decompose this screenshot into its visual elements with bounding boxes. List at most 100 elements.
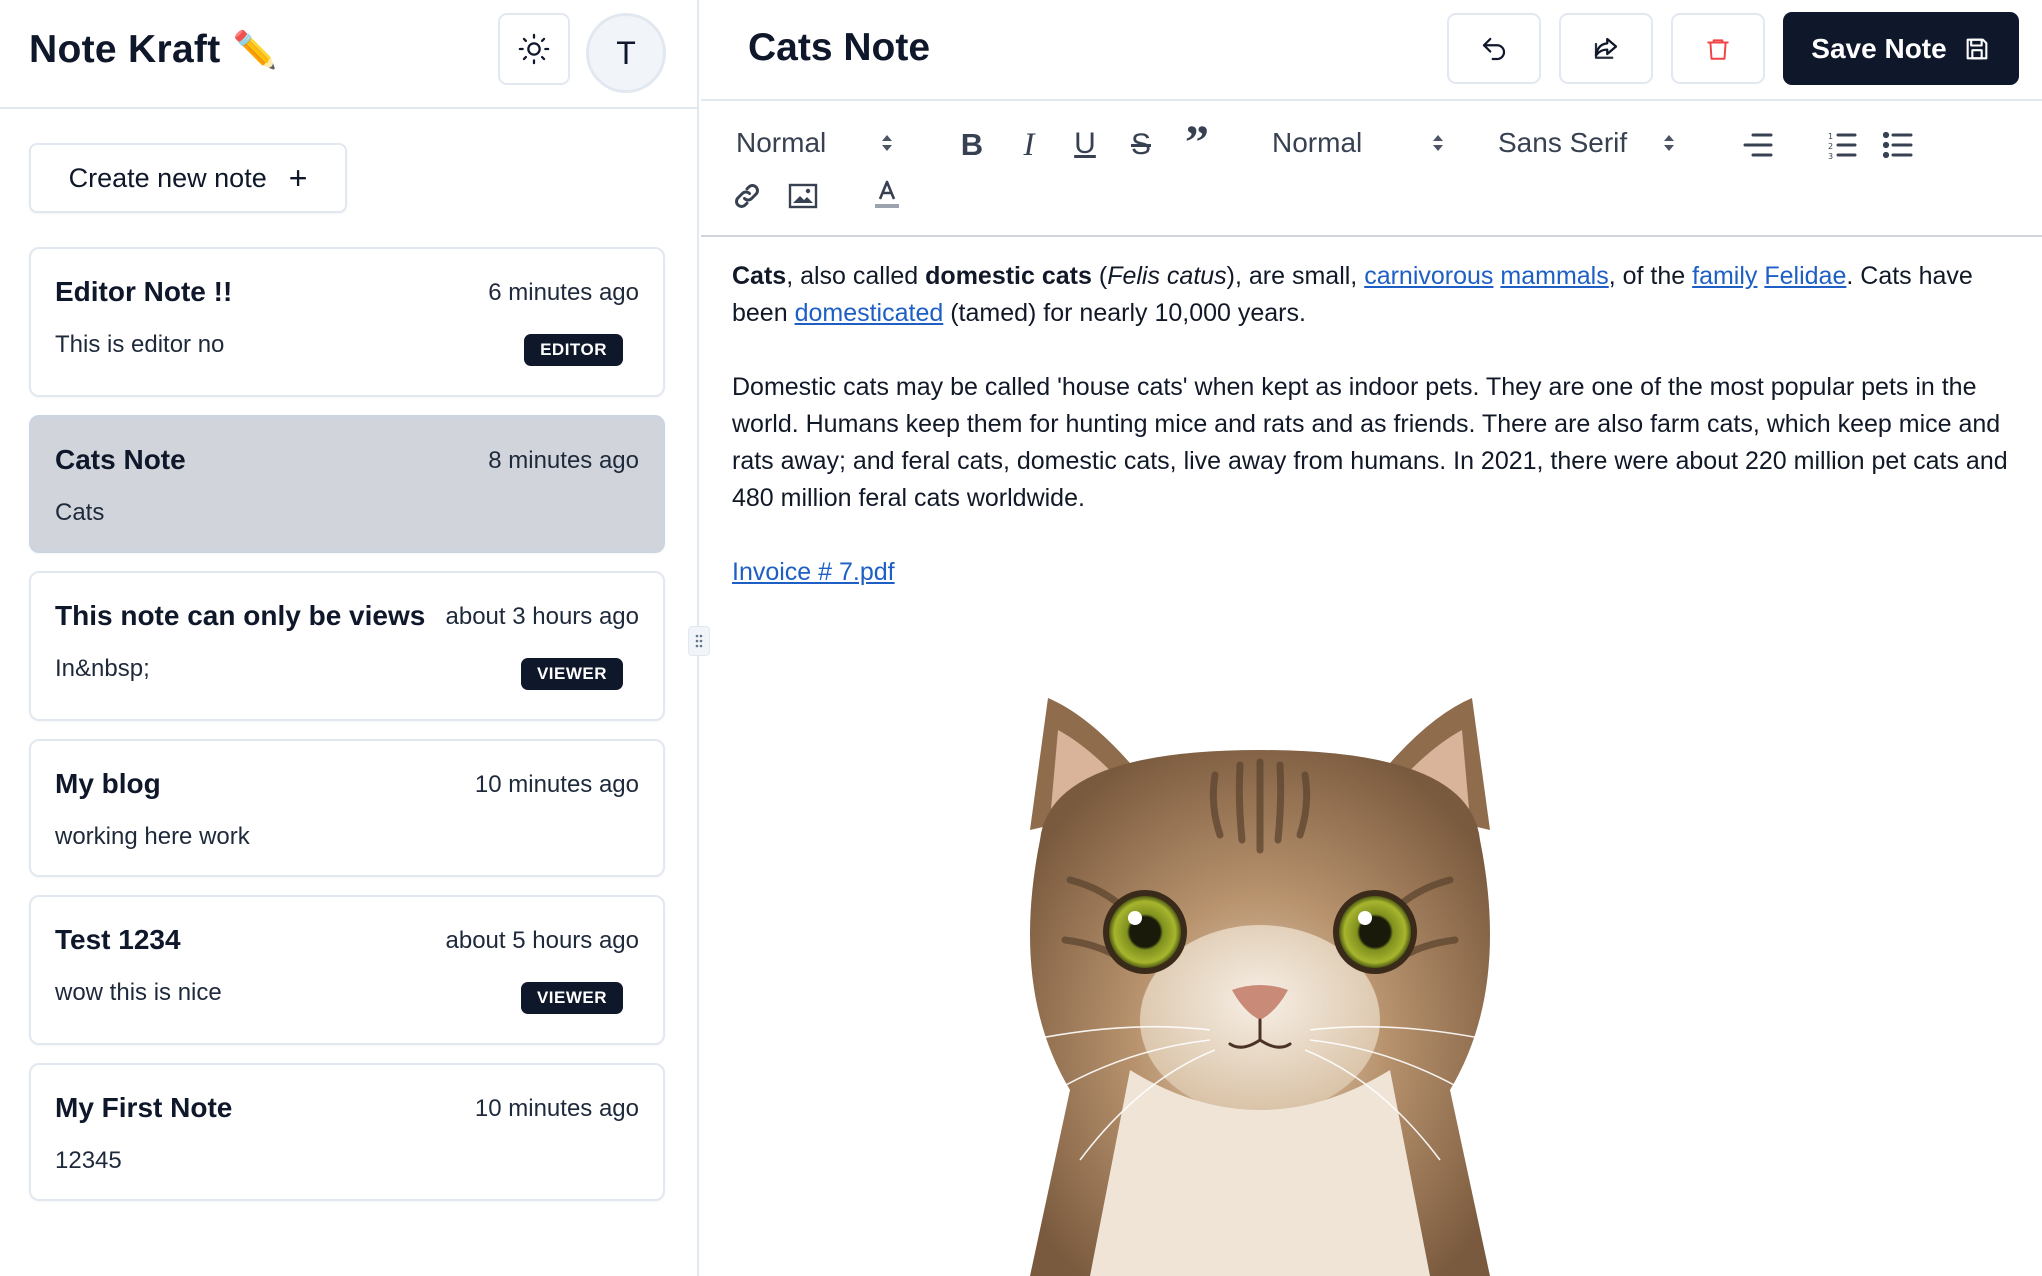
create-new-note-button[interactable]: Create new note + [29,143,347,213]
note-time: 10 minutes ago [474,1095,639,1122]
note-card-test-1234[interactable]: Test 1234 about 5 hours ago wow this is … [29,895,665,1045]
note-preview: In&nbsp; [55,655,150,682]
note-title: This note can only be views [55,600,426,631]
italic-text: Felis catus [1107,262,1227,290]
svg-text:2: 2 [1828,142,1833,151]
select-arrows-icon [1664,135,1674,151]
font-select[interactable]: Sans Serif [1498,127,1688,159]
align-button[interactable] [1741,129,1775,161]
share-icon [1594,37,1618,59]
bold-button[interactable]: B [954,127,990,163]
link-family[interactable]: family [1692,262,1757,290]
note-title: Editor Note !! [55,276,233,307]
ordered-list-icon: 1 2 3 [1828,132,1857,160]
text-run: ( [1091,262,1108,290]
svg-text:3: 3 [1828,152,1833,160]
blockquote-button[interactable]: ” [1179,119,1215,167]
text-color-button[interactable] [869,175,905,215]
editor-topbar: Cats Note Save Note [701,0,2042,101]
role-badge: VIEWER [520,982,623,1014]
note-title: My First Note [55,1092,233,1123]
note-card-cats-note[interactable]: Cats Note 8 minutes ago Cats [29,415,665,553]
app-title-text: Note Kraft [29,28,221,71]
note-title: Test 1234 [55,924,181,955]
note-preview: working here work [55,823,250,850]
align-right-icon [1743,133,1773,157]
quote-icon: ” [1185,116,1209,169]
note-preview: Cats [55,499,105,526]
link-button[interactable] [729,178,765,214]
note-card-my-blog[interactable]: My blog 10 minutes ago working here work [29,739,665,877]
attachment-link[interactable]: Invoice # 7.pdf [732,558,895,586]
note-time: about 3 hours ago [445,603,640,630]
select-arrows-icon [1433,135,1443,151]
strikethrough-icon: S [1130,128,1151,161]
share-button[interactable] [1559,13,1653,84]
italic-button[interactable]: I [1011,127,1047,163]
avatar[interactable]: T [586,13,666,93]
save-note-label: Save Note [1811,32,1947,64]
role-badge: VIEWER [520,658,623,690]
link-domesticated[interactable]: domesticated [795,299,944,327]
bullet-list-button[interactable] [1881,129,1915,161]
undo-icon [1482,37,1506,60]
note-title: My blog [55,768,161,799]
underline-button[interactable]: U [1067,125,1103,163]
undo-button[interactable] [1447,13,1541,84]
editor-content[interactable]: Cats, also called domestic cats (Felis c… [732,258,2012,628]
link-icon [735,184,759,208]
note-time: 6 minutes ago [488,279,639,306]
italic-icon: I [1023,126,1035,163]
delete-button[interactable] [1671,13,1765,84]
text-run: (tamed) for nearly 10,000 years. [943,299,1306,327]
link-felidae[interactable]: Felidae [1764,262,1846,290]
font-select-value: Sans Serif [1498,127,1628,158]
sidebar-header: Note Kraft ✏️ T [0,0,697,109]
sidebar: Note Kraft ✏️ T Create new note + Editor… [0,0,699,1276]
theme-toggle-button[interactable] [498,13,570,85]
strikethrough-button[interactable]: S [1123,127,1159,163]
panel-resize-handle[interactable] [688,626,710,656]
text-run: ), are small, [1226,262,1365,290]
cat-image [1010,690,1510,1276]
page-title: Cats Note [748,26,931,69]
note-card-view-only[interactable]: This note can only be views about 3 hour… [29,571,665,721]
ordered-list-button[interactable]: 1 2 3 [1825,129,1859,161]
grip-icon [695,634,703,648]
bold-text: Cats [732,262,787,290]
formatting-toolbar: Normal B I U S ” Normal Sans Serif 1 2 3 [701,101,2042,237]
role-badge: EDITOR [524,334,623,366]
note-preview: This is editor no [55,331,225,358]
create-new-note-label: Create new note [68,162,267,193]
bold-icon: B [960,127,984,162]
note-time: 10 minutes ago [474,771,639,798]
text-run: , also called [786,262,926,290]
note-time: 8 minutes ago [488,447,639,474]
bullet-list-icon [1883,131,1913,159]
size-select-value: Normal [1272,127,1363,158]
app-title: Note Kraft ✏️ [29,28,278,72]
note-card-editor-note[interactable]: Editor Note !! 6 minutes ago This is edi… [29,247,665,397]
link-mammals[interactable]: mammals [1500,262,1608,290]
size-select[interactable]: Normal [1272,127,1457,159]
image-button[interactable] [785,179,821,213]
note-card-my-first-note[interactable]: My First Note 10 minutes ago 12345 [29,1063,665,1201]
link-carnivorous[interactable]: carnivorous [1364,262,1493,290]
note-preview: wow this is nice [55,979,222,1006]
save-note-button[interactable]: Save Note [1783,12,2019,85]
heading-select-value: Normal [736,127,827,158]
note-time: about 5 hours ago [445,927,640,954]
bold-text: domestic cats [925,262,1092,290]
underline-icon: U [1074,127,1096,160]
heading-select[interactable]: Normal [736,127,906,159]
trash-icon [1707,38,1729,60]
text-run: , of the [1608,262,1693,290]
sun-icon [518,33,550,65]
paragraph-attachment: Invoice # 7.pdf [732,554,2012,591]
plus-icon: + [288,159,308,196]
note-title: Cats Note [55,444,186,475]
note-preview: 12345 [55,1147,122,1174]
image-icon [788,183,818,209]
select-arrows-icon [882,135,892,151]
paragraph-domestic: Domestic cats may be called 'house cats'… [732,373,2008,512]
